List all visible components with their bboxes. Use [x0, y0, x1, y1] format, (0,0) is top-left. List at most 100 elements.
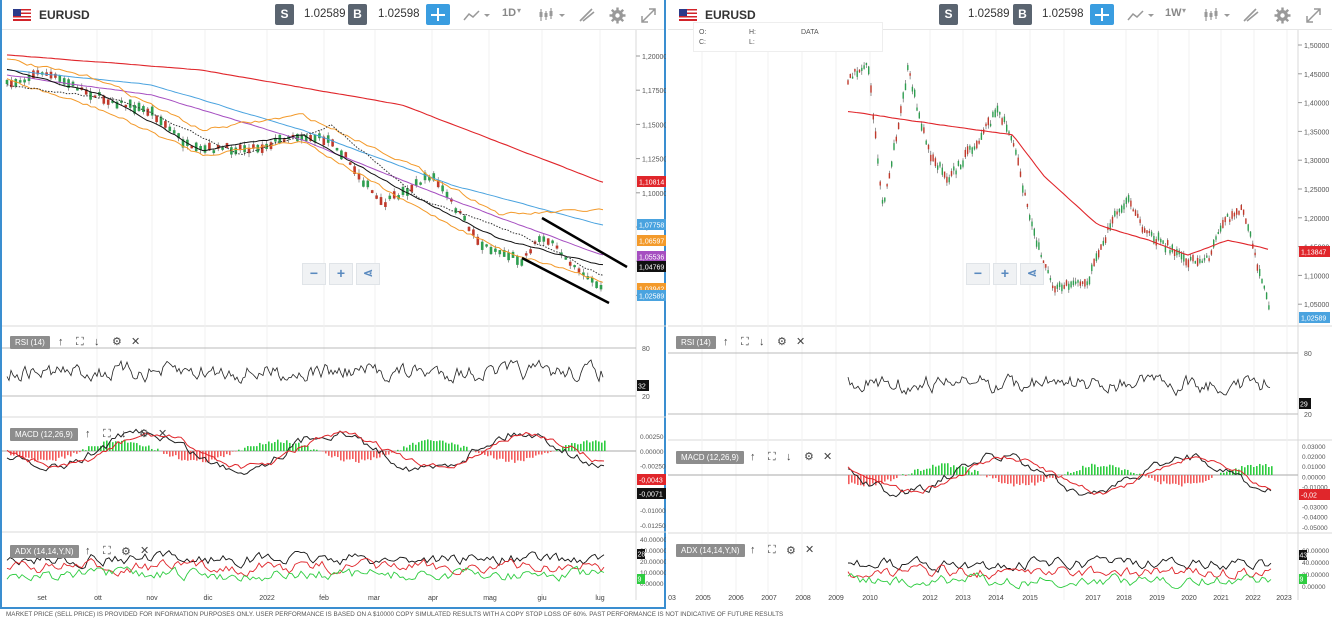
maximize-icon[interactable]: ⛶ — [768, 451, 776, 464]
candle-body — [960, 164, 962, 170]
macd-histogram-bar — [1178, 475, 1180, 485]
macd-histogram-bar — [1079, 470, 1081, 475]
close-icon[interactable]: ✕ — [140, 544, 149, 557]
zoom-in-button[interactable]: + — [329, 263, 353, 285]
close-icon[interactable]: ✕ — [158, 427, 167, 440]
time-tick-label: 2006 — [728, 595, 744, 602]
macd-histogram-bar — [1040, 475, 1042, 482]
time-tick-label: 2015 — [1022, 595, 1038, 602]
macd-histogram-bar — [1004, 475, 1006, 484]
candle-body — [1054, 286, 1056, 293]
macd-histogram-bar — [941, 463, 943, 475]
move-up-icon[interactable]: ↑ — [85, 428, 91, 440]
candle-body — [1084, 279, 1086, 287]
candle-body — [1169, 250, 1171, 254]
adx-tick-label: 0.00000 — [1302, 584, 1326, 591]
gear-icon[interactable]: ⚙ — [121, 545, 131, 558]
macd-histogram-bar — [926, 468, 928, 475]
maximize-icon[interactable]: ⛶ — [768, 544, 776, 557]
candlestick-series — [5, 66, 603, 292]
daily-chart-canvas[interactable]: 1,200001,175001,150001,125001,100001,075… — [2, 0, 666, 609]
candle-body — [865, 62, 868, 65]
close-icon[interactable]: ✕ — [805, 543, 814, 556]
candle-body — [1196, 257, 1199, 266]
adx-label[interactable]: ADX (14,14,Y,N) — [10, 545, 79, 558]
candle-body — [1192, 254, 1194, 262]
adx-label[interactable]: ADX (14,14,Y,N) — [676, 544, 745, 557]
macd-histogram-bar — [1262, 465, 1264, 475]
macd-histogram-bar — [52, 451, 54, 461]
close-icon[interactable]: ✕ — [131, 335, 140, 348]
share-icon[interactable]: ⋖ — [1020, 263, 1044, 285]
macd-histogram-bar — [932, 464, 934, 475]
zoom-in-button[interactable]: + — [993, 263, 1017, 285]
candle-body — [507, 252, 510, 261]
zoom-out-button[interactable]: − — [302, 263, 326, 285]
macd-histogram-bar — [1103, 466, 1105, 475]
candle-body — [1146, 230, 1148, 234]
candle-body — [920, 123, 923, 131]
move-down-icon[interactable]: ↓ — [94, 336, 100, 348]
move-down-icon[interactable]: ↓ — [759, 336, 765, 348]
candle-body — [1116, 211, 1118, 215]
macd-histogram-bar — [884, 475, 886, 482]
close-icon[interactable]: ✕ — [823, 450, 832, 463]
macd-histogram-bar — [184, 451, 186, 460]
macd-histogram-bar — [992, 475, 994, 479]
zoom-out-button[interactable]: − — [966, 263, 990, 285]
macd-histogram-bar — [1010, 475, 1012, 484]
candle-body — [985, 123, 987, 127]
macd-histogram-bar — [1151, 475, 1153, 479]
gear-icon[interactable]: ⚙ — [777, 335, 787, 348]
macd-histogram-bar — [229, 451, 231, 456]
maximize-icon[interactable]: ⛶ — [741, 336, 749, 349]
maximize-icon[interactable]: ⛶ — [103, 428, 111, 441]
move-up-icon[interactable]: ↑ — [85, 545, 91, 557]
share-icon[interactable]: ⋖ — [356, 263, 380, 285]
gear-icon[interactable]: ⚙ — [139, 427, 149, 440]
rsi-label[interactable]: RSI (14) — [10, 336, 50, 349]
macd-histogram-bar — [1202, 475, 1204, 483]
macd-histogram-bar — [331, 451, 333, 458]
move-down-icon[interactable]: ↓ — [121, 428, 127, 440]
macd-histogram-bar — [223, 451, 225, 458]
gear-icon[interactable]: ⚙ — [804, 450, 814, 463]
macd-histogram-bar — [1253, 467, 1255, 475]
maximize-icon[interactable]: ⛶ — [76, 336, 84, 349]
macd-histogram-bar — [1175, 475, 1177, 484]
move-down-icon[interactable]: ↓ — [786, 451, 792, 463]
gear-icon[interactable]: ⚙ — [786, 544, 796, 557]
candle-body — [1132, 209, 1134, 212]
macd-histogram-bar — [211, 451, 213, 460]
candle-body — [923, 127, 925, 133]
macd-histogram-bar — [79, 451, 81, 453]
maximize-icon[interactable]: ⛶ — [103, 545, 111, 558]
macd-tick-label: 0.02000 — [1302, 454, 1326, 461]
candle-body — [1229, 219, 1231, 222]
weekly-chart-canvas[interactable]: 1,50000 1,45000 1,40000 1,35000 1,30000 1,250… — [668, 0, 1332, 609]
candle-body — [414, 179, 418, 186]
candle-body — [1171, 244, 1173, 253]
macd-tick-label: -0.00250 — [640, 464, 666, 471]
ohlc-date-label: DATA — [801, 29, 819, 36]
move-up-icon[interactable]: ↑ — [723, 336, 729, 348]
candle-body — [1001, 118, 1003, 125]
macd-histogram-bar — [1130, 472, 1132, 475]
close-icon[interactable]: ✕ — [796, 335, 805, 348]
ma-200-line — [847, 111, 1269, 256]
macd-histogram-bar — [463, 445, 465, 451]
candle-body — [934, 158, 937, 167]
move-up-icon[interactable]: ↑ — [750, 451, 756, 463]
candle-body — [900, 106, 902, 114]
candle-body — [146, 108, 150, 116]
move-up-icon[interactable]: ↑ — [750, 544, 756, 556]
candle-body — [911, 86, 914, 92]
move-up-icon[interactable]: ↑ — [58, 336, 64, 348]
macd-histogram-bar — [400, 450, 402, 451]
macd-histogram-bar — [911, 473, 913, 475]
macd-label[interactable]: MACD (12,26,9) — [676, 451, 744, 464]
candle-body — [948, 177, 950, 183]
macd-label[interactable]: MACD (12,26,9) — [10, 428, 78, 441]
gear-icon[interactable]: ⚙ — [112, 335, 122, 348]
rsi-label[interactable]: RSI (14) — [676, 336, 716, 349]
